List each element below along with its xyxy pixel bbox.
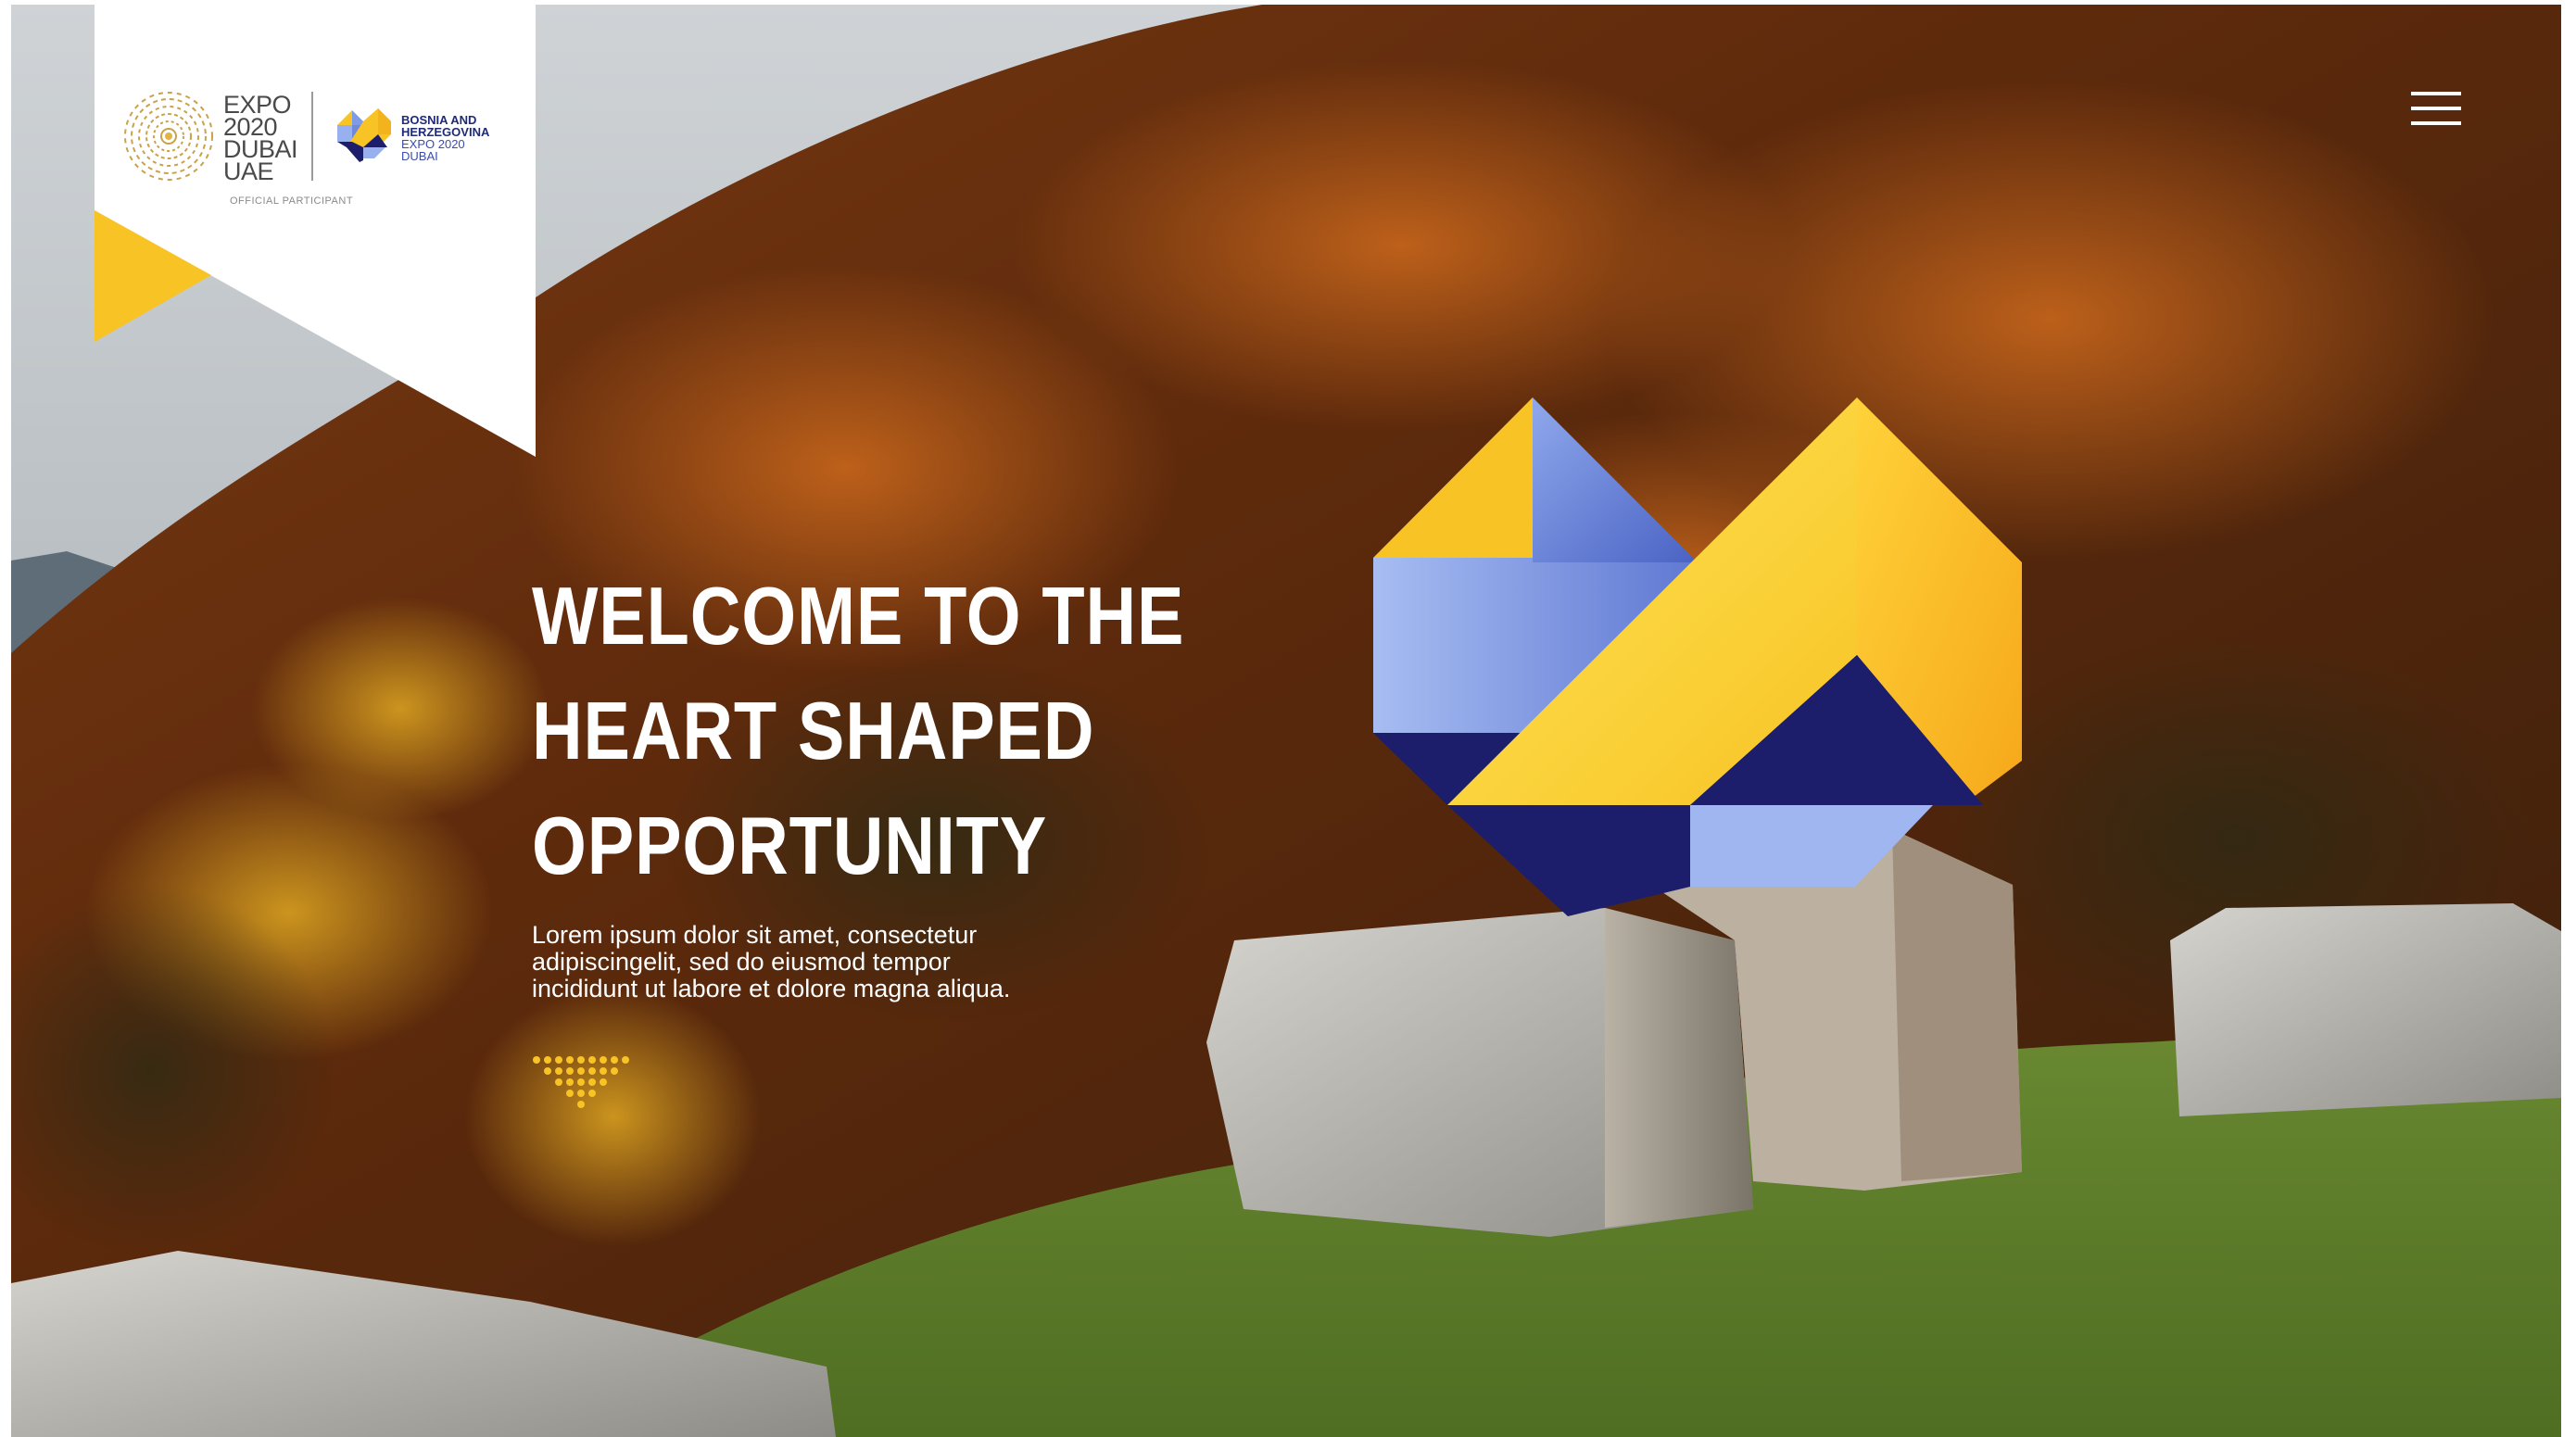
official-participant-label: OFFICIAL PARTICIPANT: [230, 195, 354, 207]
hamburger-menu-icon-line: [2411, 107, 2461, 110]
partner-subtitle: EXPO 2020 DUBAI: [401, 137, 465, 163]
expo-2020-emblem-icon[interactable]: [122, 90, 215, 183]
hamburger-menu-icon: [2411, 92, 2461, 95]
bih-expo-heart-icon[interactable]: [335, 107, 393, 164]
scroll-down-dots-icon[interactable]: [532, 1055, 634, 1120]
hero-description-line: Lorem ipsum dolor sit amet, consectetur: [532, 921, 978, 949]
logo-card: EXPO 2020 DUBAI UAE BOSNIA AND HERZEGOVI…: [95, 5, 536, 457]
hamburger-menu-icon-line: [2411, 121, 2461, 125]
hero-description-line: adipiscingelit, sed do eiusmod tempor: [532, 948, 951, 976]
hero-title-line: HEART SHAPED: [532, 685, 1095, 776]
logo-card-background: [95, 5, 536, 457]
bih-heart-logo-graphic: [1373, 397, 2022, 916]
hero-title-line: OPPORTUNITY: [532, 800, 1048, 891]
hero-description: Lorem ipsum dolor sit amet, consectetur …: [532, 922, 1106, 1002]
partner-name: BOSNIA AND HERZEGOVINA: [401, 113, 490, 139]
logo-divider: [311, 92, 313, 181]
hero-title: WELCOME TO THE HEART SHAPED OPPORTUNITY: [532, 559, 1185, 903]
hamburger-menu-button[interactable]: [2409, 88, 2463, 129]
hero-section: EXPO 2020 DUBAI UAE BOSNIA AND HERZEGOVI…: [11, 5, 2561, 1437]
hero-title-line: WELCOME TO THE: [532, 570, 1185, 662]
hero-description-line: incididunt ut labore et dolore magna ali…: [532, 975, 1011, 1002]
expo-logo-text: EXPO 2020 DUBAI UAE: [223, 91, 298, 185]
